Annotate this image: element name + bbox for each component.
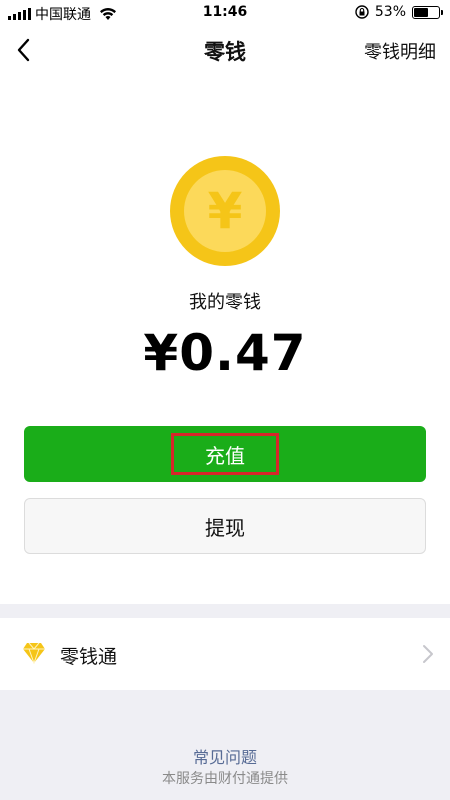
balance-amount: ¥0.47: [143, 324, 307, 382]
battery-percent: 53%: [374, 4, 406, 20]
recharge-highlight-box: 充值: [171, 433, 279, 475]
balance-label: 我的零钱: [189, 292, 261, 313]
status-right: 53%: [355, 4, 443, 20]
recharge-label: 充值: [205, 443, 245, 468]
faq-link[interactable]: 常见问题: [0, 744, 450, 768]
lingqiantong-label: 零钱通: [60, 646, 118, 668]
recharge-button[interactable]: 充值: [24, 426, 426, 482]
battery-fill: [414, 7, 428, 17]
footer: 常见问题 本服务由财付通提供: [0, 690, 450, 800]
status-bar: 中国联通 11:46 53%: [0, 0, 450, 26]
provider-text: 本服务由财付通提供: [162, 771, 288, 787]
change-details-link[interactable]: 零钱明细: [364, 38, 436, 64]
battery-icon: [412, 5, 443, 19]
lingqiantong-row[interactable]: 零钱通: [0, 618, 450, 690]
nav-bar: 零钱 零钱明细: [0, 26, 450, 74]
coin-symbol: ¥: [208, 182, 243, 240]
withdraw-label: 提现: [205, 515, 245, 540]
section-divider: [0, 604, 450, 618]
rotation-lock-icon: [355, 5, 369, 19]
coin-icon: ¥: [170, 156, 280, 266]
diamond-icon: [23, 642, 45, 664]
withdraw-button[interactable]: 提现: [24, 498, 426, 554]
chevron-right-icon: [423, 645, 433, 663]
